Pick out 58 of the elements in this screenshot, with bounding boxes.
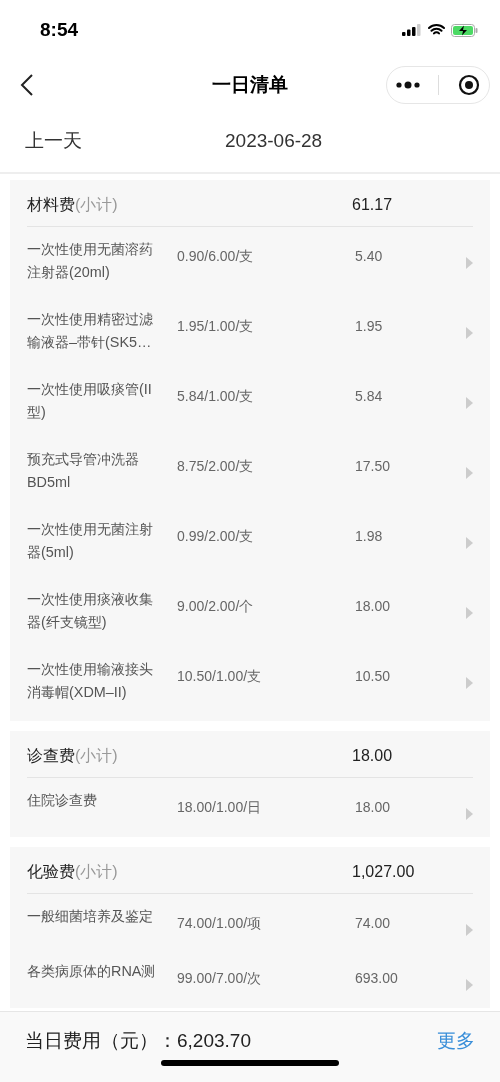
item-amount: 5.40 [355, 247, 384, 266]
section-title: 诊查费(小计) [27, 745, 119, 766]
item-price: 0.99/2.00/支 [177, 527, 255, 546]
close-icon[interactable] [457, 74, 480, 96]
item-name: 各类病原体的RNA测 [27, 962, 157, 981]
item-name: 一次性使用无菌注射器(5ml) [27, 520, 154, 562]
item-name: 一次性使用输液接头消毒帽(XDM–II) [27, 660, 154, 702]
item-name: 一次性使用无菌溶药注射器(20ml) [27, 240, 154, 282]
status-time: 8:54 [40, 19, 79, 41]
chevron-right-icon[interactable] [466, 257, 473, 269]
section-title: 材料费(小计) [27, 194, 119, 215]
item-name: 一次性使用痰液收集器(纤支镜型) [27, 590, 154, 632]
item-price: 10.50/1.00/支 [177, 667, 263, 686]
chevron-right-icon[interactable] [466, 808, 473, 820]
date-label: 2023-06-28 [225, 130, 323, 152]
item-amount: 1.95 [355, 317, 384, 336]
item-name: 一般细菌培养及鉴定 [27, 907, 154, 926]
item-price: 18.00/1.00/日 [177, 798, 263, 817]
chevron-right-icon[interactable] [466, 979, 473, 991]
chevron-right-icon[interactable] [466, 397, 473, 409]
item-name: 一次性使用吸痰管(II型) [27, 380, 153, 422]
item-price: 1.95/1.00/支 [177, 317, 255, 336]
item-amount: 693.00 [355, 969, 399, 988]
section-total: 61.17 [352, 196, 393, 214]
chevron-right-icon[interactable] [466, 677, 473, 689]
wifi-icon [428, 24, 445, 36]
item-price: 8.75/2.00/支 [177, 457, 255, 476]
back-icon[interactable] [20, 73, 34, 97]
item-name: 一次性使用精密过滤输液器–带针(SK5… [27, 310, 154, 352]
section-total: 18.00 [352, 747, 393, 765]
chevron-right-icon[interactable] [466, 607, 473, 619]
item-price: 0.90/6.00/支 [177, 247, 255, 266]
item-price: 74.00/1.00/项 [177, 914, 263, 933]
item-price: 5.84/1.00/支 [177, 387, 255, 406]
chevron-right-icon[interactable] [466, 327, 473, 339]
page-title: 一日清单 [211, 73, 289, 97]
item-price: 9.00/2.00/个 [177, 597, 255, 616]
battery-charging-icon [451, 23, 478, 37]
chevron-right-icon[interactable] [466, 467, 473, 479]
item-amount: 1.98 [355, 527, 384, 546]
item-amount: 74.00 [355, 914, 392, 933]
item-name: 住院诊查费 [27, 791, 98, 810]
item-amount: 5.84 [355, 387, 384, 406]
item-price: 99.00/7.00/次 [177, 969, 263, 988]
item-name: 预充式导管冲洗器BD5ml [27, 450, 140, 492]
item-amount: 10.50 [355, 667, 392, 686]
section-title: 化验费(小计) [27, 861, 119, 882]
section-total: 1,027.00 [352, 863, 415, 881]
item-amount: 18.00 [355, 798, 392, 817]
previous-day-link[interactable]: 上一天 [25, 128, 225, 154]
chevron-right-icon[interactable] [466, 924, 473, 936]
chevron-right-icon[interactable] [466, 537, 473, 549]
signal-icon [402, 24, 422, 36]
item-amount: 18.00 [355, 597, 392, 616]
daily-cost-total: 6,203.70 [177, 1030, 251, 1052]
more-icon[interactable] [396, 81, 421, 89]
daily-cost-label: 当日费用（元）： [25, 1029, 177, 1053]
item-amount: 17.50 [355, 457, 392, 476]
